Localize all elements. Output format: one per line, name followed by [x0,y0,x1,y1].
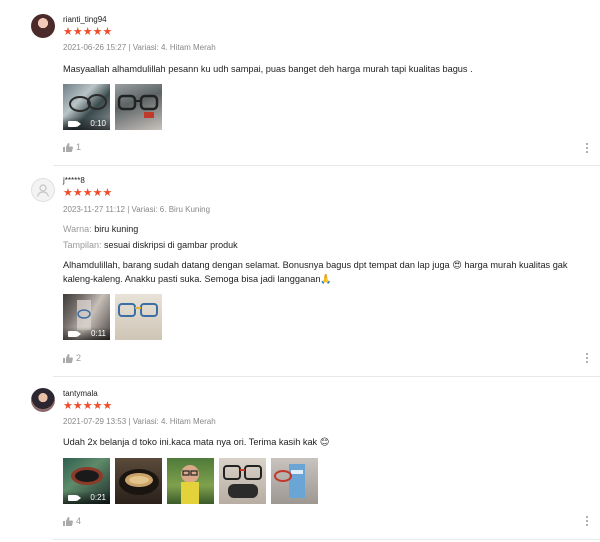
warna-label: Warna: [63,224,92,234]
review-divider [53,165,600,166]
review-photo-thumbnail[interactable] [219,458,266,504]
review-photo-thumbnail[interactable] [167,458,214,504]
review-video-thumbnail[interactable]: 0:10 [63,84,110,130]
more-vertical-icon[interactable] [586,516,590,526]
like-count: 2 [76,353,82,363]
thumbs-up-icon [63,142,73,152]
video-duration: 0:10 [90,119,106,128]
like-button[interactable]: 1 [63,142,81,152]
thumbs-up-icon [63,516,73,526]
video-duration: 0:21 [90,493,106,502]
like-count: 1 [76,142,82,152]
rating-stars: ★★★★★ [63,26,113,38]
review-comment: Masyaallah alhamdulillah pesann ku udh s… [63,64,473,74]
variation-color-line: Warna: biru kuning [63,224,138,234]
review-video-thumbnail[interactable]: 0:21 [63,458,110,504]
review-divider [53,376,600,377]
avatar[interactable] [31,178,55,202]
video-camera-icon [68,121,81,127]
warna-value: biru kuning [94,224,139,234]
review-username: tantymala [63,389,98,398]
video-duration: 0:11 [91,329,106,338]
thumbs-up-icon [63,353,73,363]
more-vertical-icon[interactable] [586,143,590,153]
review-username: j*****8 [63,176,85,185]
like-count: 4 [76,516,82,526]
tampilan-label: Tampilan: [63,240,102,250]
more-vertical-icon[interactable] [586,353,590,363]
avatar[interactable] [31,14,55,38]
default-avatar-icon [36,184,50,197]
review-meta: 2021-07-29 13:53 | Variasi: 4. Hitam Mer… [63,417,216,426]
tampilan-value: sesuai diskripsi di gambar produk [104,240,238,250]
review-photo-thumbnail[interactable] [115,458,162,504]
review-divider [53,539,600,540]
review-photo-thumbnail[interactable] [271,458,318,504]
review-photo-thumbnail[interactable] [115,294,162,340]
like-button[interactable]: 2 [63,353,81,363]
review-username: rianti_ting94 [63,15,107,24]
rating-stars: ★★★★★ [63,187,113,199]
rating-stars: ★★★★★ [63,400,113,412]
review-photo-thumbnail[interactable] [115,84,162,130]
review-meta: 2021-06-26 15:27 | Variasi: 4. Hitam Mer… [63,43,216,52]
appearance-line: Tampilan: sesuai diskripsi di gambar pro… [63,240,238,250]
review-comment: Alhamdulillah, barang sudah datang denga… [63,260,568,284]
video-camera-icon [68,331,81,337]
like-button[interactable]: 4 [63,516,81,526]
review-video-thumbnail[interactable]: 0:11 [63,294,110,340]
video-camera-icon [68,495,81,501]
review-comment: Udah 2x belanja d toko ini.kaca mata nya… [63,437,330,447]
avatar[interactable] [31,388,55,412]
review-meta: 2023-11-27 11:12 | Variasi: 6. Biru Kuni… [63,205,211,214]
